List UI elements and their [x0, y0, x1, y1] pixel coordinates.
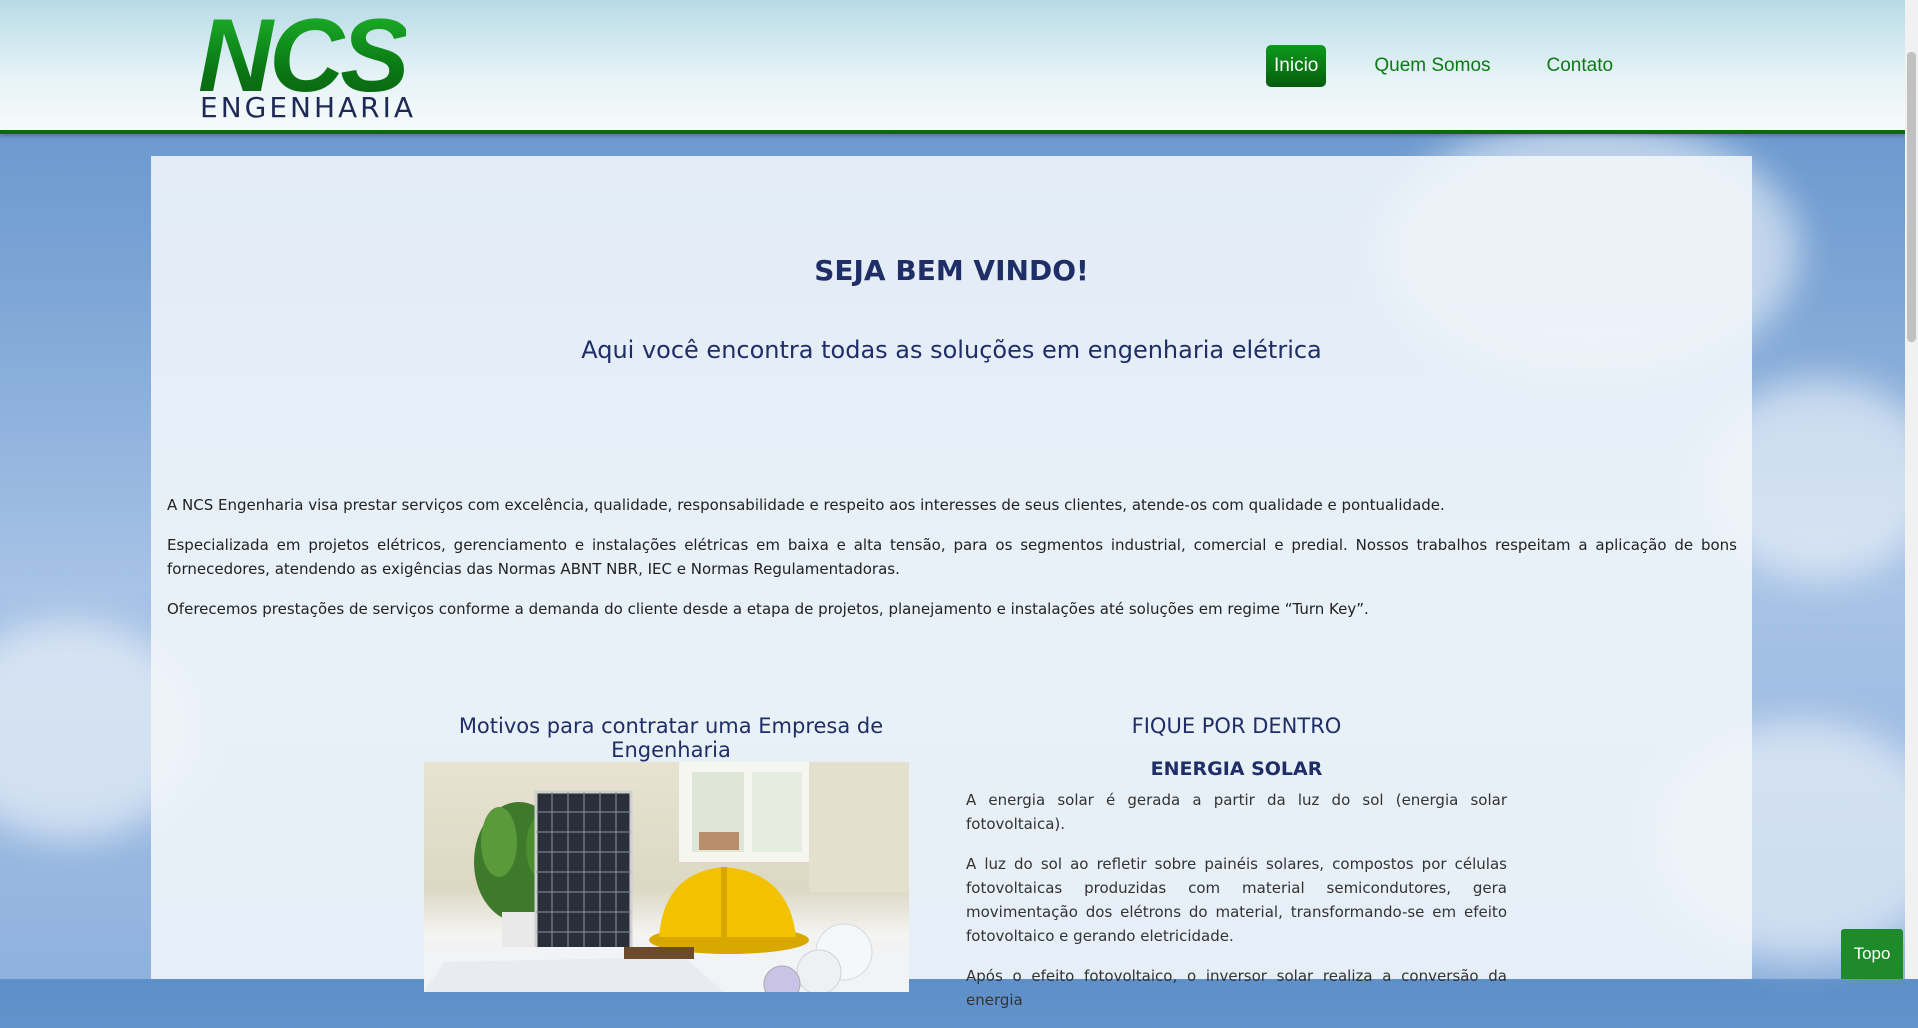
news-section: FIQUE POR DENTRO ENERGIA SOLAR A energia… — [966, 714, 1507, 1028]
scrollbar-thumb[interactable] — [1907, 52, 1916, 342]
welcome-subtitle: Aqui você encontra todas as soluções em … — [581, 336, 1322, 364]
page-scrollbar[interactable] — [1905, 0, 1918, 979]
news-paragraph: A energia solar é gerada a partir da luz… — [966, 791, 1507, 833]
news-paragraph: A luz do sol ao refletir sobre painéis s… — [966, 855, 1507, 945]
welcome-heading: SEJA BEM VINDO! — [814, 254, 1089, 287]
content-panel: SEJA BEM VINDO! Aqui você encontra todas… — [151, 156, 1752, 1009]
engineering-photo — [424, 762, 909, 992]
intro-paragraph: Oferecemos prestações de serviços confor… — [167, 600, 1369, 618]
intro-paragraph: Especializada em projetos elétricos, ger… — [167, 536, 1737, 578]
main-nav: Inicio Quem Somos Contato — [1266, 45, 1661, 87]
news-paragraph: Após o efeito fotovoltaico, o inversor s… — [966, 967, 1507, 1009]
engineering-photo-illustration — [424, 762, 909, 992]
intro-text: A NCS Engenharia visa prestar serviços c… — [167, 493, 1737, 637]
news-heading: FIQUE POR DENTRO — [1131, 714, 1342, 738]
reasons-section: Motivos para contratar uma Empresa de En… — [401, 714, 941, 992]
logo-subtitle: ENGENHARIA — [200, 91, 417, 124]
company-logo[interactable]: NCS ENGENHARIA — [198, 4, 430, 124]
news-subheading: ENERGIA SOLAR — [1150, 758, 1323, 780]
nav-item-contato[interactable]: Contato — [1539, 45, 1622, 87]
site-header: NCS ENGENHARIA Inicio Quem Somos Contato — [0, 0, 1905, 134]
nav-item-quem-somos[interactable]: Quem Somos — [1366, 45, 1498, 87]
intro-paragraph: A NCS Engenharia visa prestar serviços c… — [167, 496, 1445, 514]
back-to-top-button[interactable]: Topo — [1841, 929, 1903, 979]
nav-item-inicio[interactable]: Inicio — [1266, 45, 1327, 87]
reasons-heading: Motivos para contratar uma Empresa de En… — [458, 714, 884, 762]
